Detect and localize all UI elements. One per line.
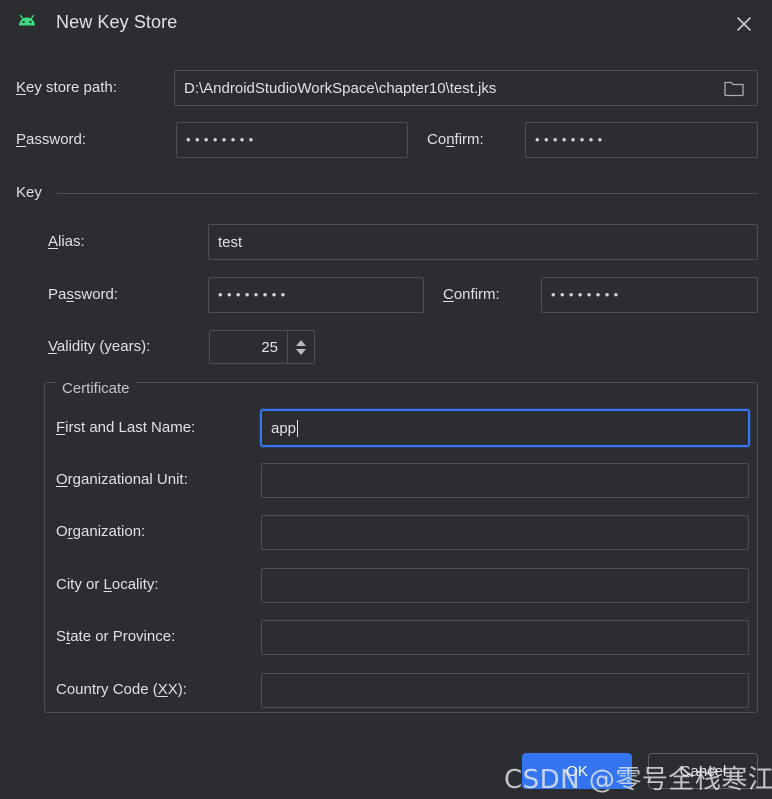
new-key-store-dialog: New Key Store Key store path: D:\Android… xyxy=(0,0,772,799)
keystore-password-input[interactable]: •••••••• xyxy=(176,122,408,158)
cancel-button[interactable]: Cancel xyxy=(648,753,758,789)
stepper-up-icon[interactable] xyxy=(296,339,306,346)
organizational-unit-input[interactable] xyxy=(261,463,749,498)
text-caret xyxy=(297,419,299,437)
certificate-legend: Certificate xyxy=(56,381,136,397)
organization-label: Organization: xyxy=(56,523,146,540)
key-confirm-label: Confirm: xyxy=(443,286,500,303)
key-validity-label: Validity (years): xyxy=(48,338,151,355)
keystore-confirm-input[interactable]: •••••••• xyxy=(525,122,758,158)
folder-icon[interactable] xyxy=(722,77,746,99)
key-store-path-label: Key store path: xyxy=(16,79,117,96)
first-and-last-name-value: app xyxy=(271,419,297,437)
state-or-province-label: State or Province: xyxy=(56,628,176,645)
first-and-last-name-input[interactable]: app xyxy=(260,409,750,447)
key-confirm-input[interactable]: •••••••• xyxy=(541,277,758,313)
ok-button[interactable]: OK xyxy=(522,753,632,789)
country-code-input[interactable] xyxy=(261,673,749,708)
city-or-locality-label: City or Locality: xyxy=(56,576,159,593)
keystore-password-value: •••••••• xyxy=(186,132,258,147)
key-group-title: Key xyxy=(16,184,42,201)
key-alias-input[interactable]: test xyxy=(208,224,758,260)
key-password-label: Password: xyxy=(48,286,119,303)
keystore-confirm-label: Confirm: xyxy=(427,131,484,148)
country-code-label: Country Code (XX): xyxy=(56,681,187,698)
key-password-value: •••••••• xyxy=(218,287,290,302)
validity-value[interactable]: 25 xyxy=(210,331,287,363)
key-store-path-input[interactable]: D:\AndroidStudioWorkSpace\chapter10\test… xyxy=(174,70,758,106)
android-robot-icon xyxy=(16,14,38,34)
dialog-title: New Key Store xyxy=(56,12,178,32)
organizational-unit-label: Organizational Unit: xyxy=(56,471,188,488)
stepper-down-icon[interactable] xyxy=(296,348,306,355)
key-alias-label: Alias: xyxy=(48,233,85,250)
key-password-input[interactable]: •••••••• xyxy=(208,277,424,313)
close-icon[interactable] xyxy=(730,10,758,38)
first-and-last-name-label: First and Last Name: xyxy=(56,419,196,436)
title-bar: New Key Store xyxy=(0,0,772,48)
key-group-separator xyxy=(57,193,758,194)
key-confirm-value: •••••••• xyxy=(551,287,623,302)
key-store-path-value: D:\AndroidStudioWorkSpace\chapter10\test… xyxy=(184,79,497,97)
keystore-confirm-value: •••••••• xyxy=(535,132,607,147)
key-alias-value: test xyxy=(218,233,243,251)
validity-stepper[interactable]: 25 xyxy=(209,330,315,364)
keystore-password-label: Password: xyxy=(16,131,87,148)
validity-stepper-arrows[interactable] xyxy=(287,331,314,363)
state-or-province-input[interactable] xyxy=(261,620,749,655)
organization-input[interactable] xyxy=(261,515,749,550)
city-or-locality-input[interactable] xyxy=(261,568,749,603)
